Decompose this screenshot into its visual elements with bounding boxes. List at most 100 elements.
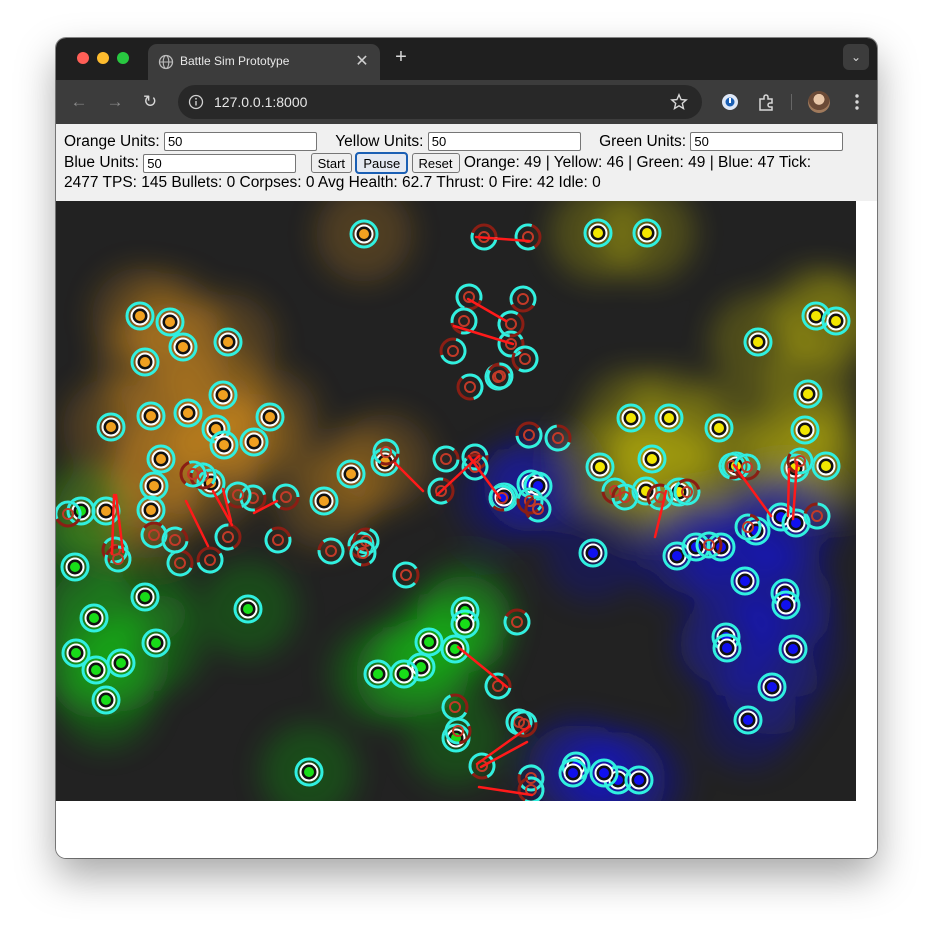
new-tab-icon[interactable]: +	[390, 46, 412, 68]
blue-unit	[771, 590, 801, 620]
orange-unit	[309, 486, 339, 516]
minimize-window-button[interactable]	[97, 52, 109, 64]
yellow-unit	[585, 452, 615, 482]
green-unit	[79, 603, 109, 633]
blue-unit	[778, 634, 808, 664]
back-arrow-icon[interactable]: ←	[68, 91, 90, 113]
page-content: Orange Units: Yellow Units: Green Units:…	[56, 124, 877, 858]
orange-unit	[155, 307, 185, 337]
blue-unit	[558, 758, 588, 788]
yellow-unit	[637, 444, 667, 474]
globe-icon	[158, 54, 174, 70]
green-unit	[233, 594, 263, 624]
damaged-unit	[196, 546, 224, 574]
controls-row-3: 2477 TPS: 145 Bullets: 0 Corpses: 0 Avg …	[64, 173, 601, 194]
yellow-unit	[616, 403, 646, 433]
forward-arrow-icon[interactable]: →	[104, 91, 126, 113]
orange-unit	[168, 332, 198, 362]
controls-row-2: Blue Units: Start Pause Reset Orange: 49…	[64, 152, 812, 174]
damaged-unit	[392, 561, 420, 589]
tab-battle-sim[interactable]: Battle Sim Prototype ✕	[148, 44, 380, 80]
green-unit	[294, 757, 324, 787]
blue-unit	[624, 765, 654, 795]
orange-unit	[130, 347, 160, 377]
blue-unit	[712, 633, 742, 663]
orange-unit	[146, 444, 176, 474]
orange-units-input[interactable]	[163, 132, 317, 152]
yellow-unit	[811, 451, 841, 481]
yellow-unit	[743, 327, 773, 357]
more-menu-icon[interactable]	[849, 91, 865, 113]
green-unit	[363, 659, 393, 689]
orange-unit	[208, 380, 238, 410]
close-window-button[interactable]	[77, 52, 89, 64]
url-text: 127.0.0.1:8000	[214, 94, 308, 110]
damaged-unit	[511, 345, 539, 373]
orange-unit	[139, 471, 169, 501]
orange-unit	[213, 327, 243, 357]
blue-units-input[interactable]	[143, 153, 297, 173]
green-unit	[106, 648, 136, 678]
toolbar-divider	[791, 94, 792, 110]
site-info-icon[interactable]	[188, 94, 204, 110]
close-tab-icon[interactable]: ✕	[352, 52, 372, 72]
damaged-unit	[486, 362, 514, 390]
damaged-unit	[514, 223, 542, 251]
control-panel: Orange Units: Yellow Units: Green Units:…	[56, 124, 877, 201]
laser-beam	[474, 235, 531, 243]
laser-beam	[466, 297, 508, 323]
orange-unit	[209, 430, 239, 460]
damaged-unit	[509, 285, 537, 313]
orange-unit	[125, 301, 155, 331]
laser-beam	[786, 467, 791, 518]
green-unit	[130, 582, 160, 612]
password-manager-icon[interactable]	[720, 92, 740, 112]
yellow-units-label: Yellow Units:	[335, 133, 424, 150]
maximize-window-button[interactable]	[117, 52, 129, 64]
blue-unit	[578, 538, 608, 568]
yellow-unit	[821, 306, 851, 336]
damaged-unit	[214, 523, 242, 551]
blue-units-label: Blue Units:	[64, 154, 139, 172]
orange-unit	[96, 412, 126, 442]
green-units-input[interactable]	[690, 132, 844, 152]
blue-unit	[730, 566, 760, 596]
yellow-unit	[790, 415, 820, 445]
blue-unit	[589, 758, 619, 788]
green-unit	[61, 638, 91, 668]
damaged-unit	[456, 373, 484, 401]
yellow-unit	[654, 403, 684, 433]
yellow-unit	[704, 413, 734, 443]
damaged-unit	[264, 526, 292, 554]
bookmark-star-icon[interactable]	[670, 93, 688, 111]
battle-canvas[interactable]	[56, 201, 856, 801]
yellow-unit	[793, 379, 823, 409]
yellow-unit	[583, 218, 613, 248]
yellow-unit	[632, 218, 662, 248]
reload-icon[interactable]: ↻	[139, 91, 161, 113]
address-bar[interactable]: 127.0.0.1:8000	[178, 85, 702, 119]
blue-unit	[523, 471, 553, 501]
damaged-unit	[439, 337, 467, 365]
orange-unit	[91, 496, 121, 526]
stats-line-1: Orange: 49 | Yellow: 46 | Green: 49 | Bl…	[463, 154, 812, 172]
orange-unit	[239, 427, 269, 457]
yellow-units-input[interactable]	[427, 132, 581, 152]
extensions-puzzle-icon[interactable]	[756, 92, 776, 112]
green-unit	[450, 609, 480, 639]
tab-title: Battle Sim Prototype	[180, 54, 290, 68]
green-unit	[91, 685, 121, 715]
chevron-down-icon[interactable]: ⌄	[843, 44, 869, 70]
orange-unit	[349, 219, 379, 249]
browser-toolbar: ← → ↻ 127.0.0.1:8000	[56, 80, 877, 124]
stats-line-2: 2477 TPS: 145 Bullets: 0 Corpses: 0 Avg …	[64, 174, 601, 191]
orange-unit	[173, 398, 203, 428]
orange-unit	[255, 402, 285, 432]
orange-unit	[136, 495, 166, 525]
battle-field[interactable]	[56, 201, 856, 801]
profile-avatar[interactable]	[808, 91, 830, 113]
reset-button[interactable]: Reset	[411, 153, 460, 173]
pause-button[interactable]: Pause	[355, 152, 409, 174]
green-unit	[414, 627, 444, 657]
start-button[interactable]: Start	[310, 153, 353, 173]
